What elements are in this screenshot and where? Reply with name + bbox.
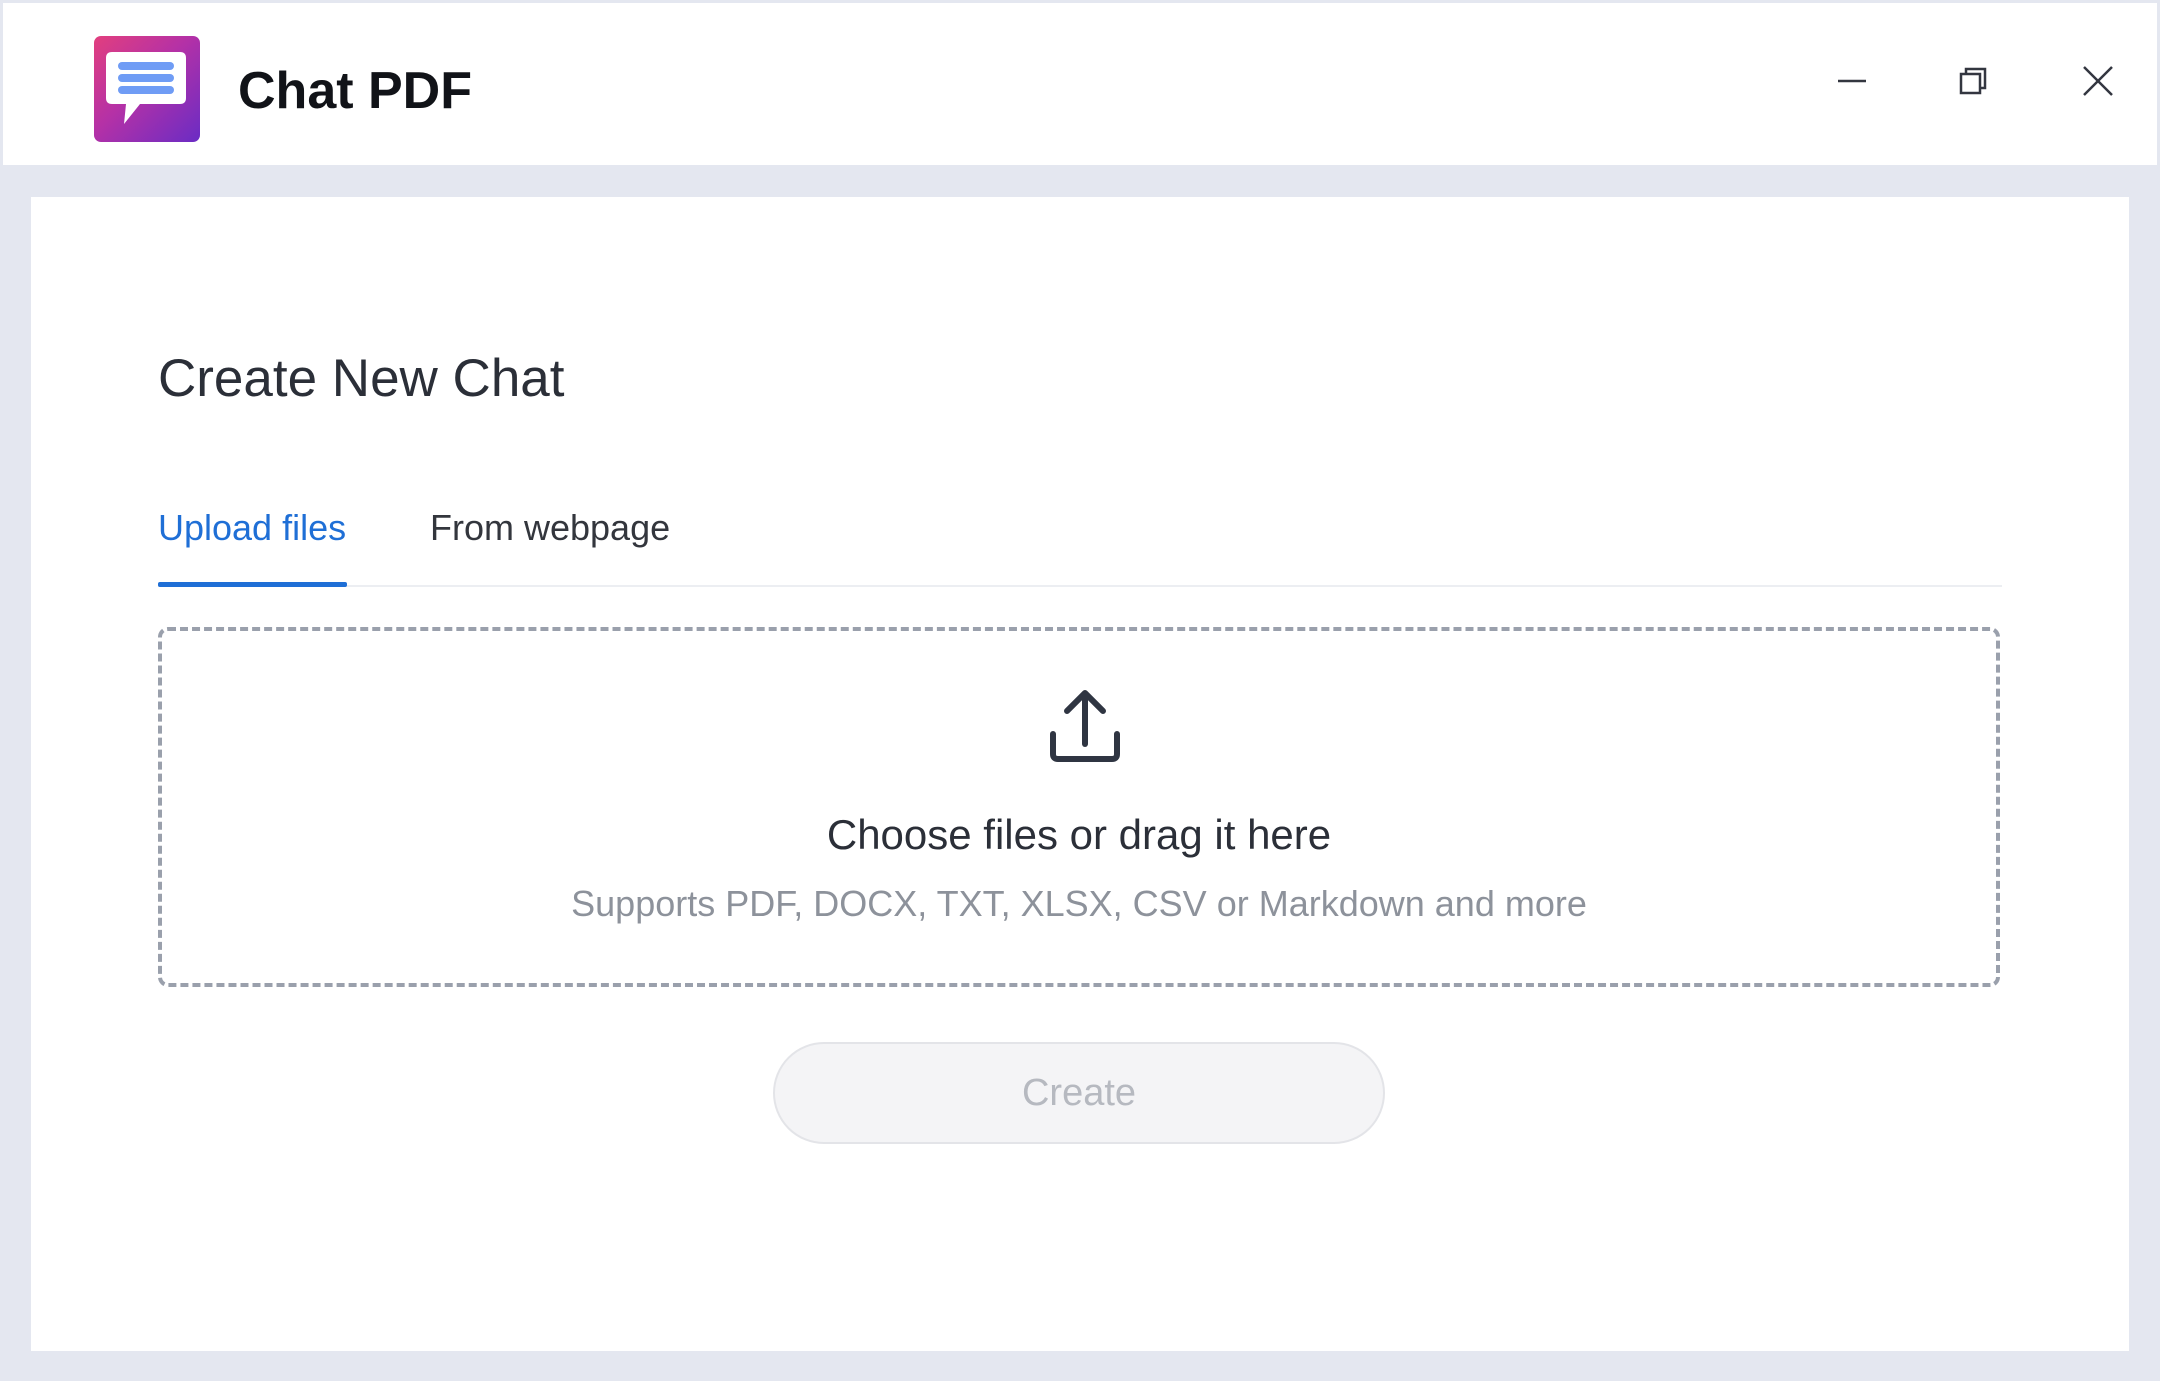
chat-bubble-icon [106,52,186,124]
restore-button[interactable] [1943,51,2003,111]
title-bar: Chat PDF [3,3,2157,165]
close-button[interactable] [2068,51,2128,111]
active-tab-indicator [158,582,347,587]
tab-upload-files[interactable]: Upload files [158,505,346,551]
app-title: Chat PDF [238,62,472,120]
app-logo [94,36,200,142]
tab-from-webpage[interactable]: From webpage [430,505,670,551]
file-dropzone[interactable]: Choose files or drag it here Supports PD… [158,627,2000,987]
close-icon [2083,66,2113,96]
create-button[interactable]: Create [773,1042,1385,1144]
minimize-icon [1838,79,1866,83]
upload-icon [1050,690,1120,762]
restore-icon [1959,67,1987,95]
page-title: Create New Chat [158,349,565,408]
minimize-button[interactable] [1822,51,1882,111]
create-chat-panel: Create New Chat Upload files From webpag… [31,197,2129,1351]
dropzone-subtitle: Supports PDF, DOCX, TXT, XLSX, CSV or Ma… [571,883,1587,924]
dropzone-title: Choose files or drag it here [826,811,1332,858]
source-tabs: Upload files From webpage [158,497,2002,587]
